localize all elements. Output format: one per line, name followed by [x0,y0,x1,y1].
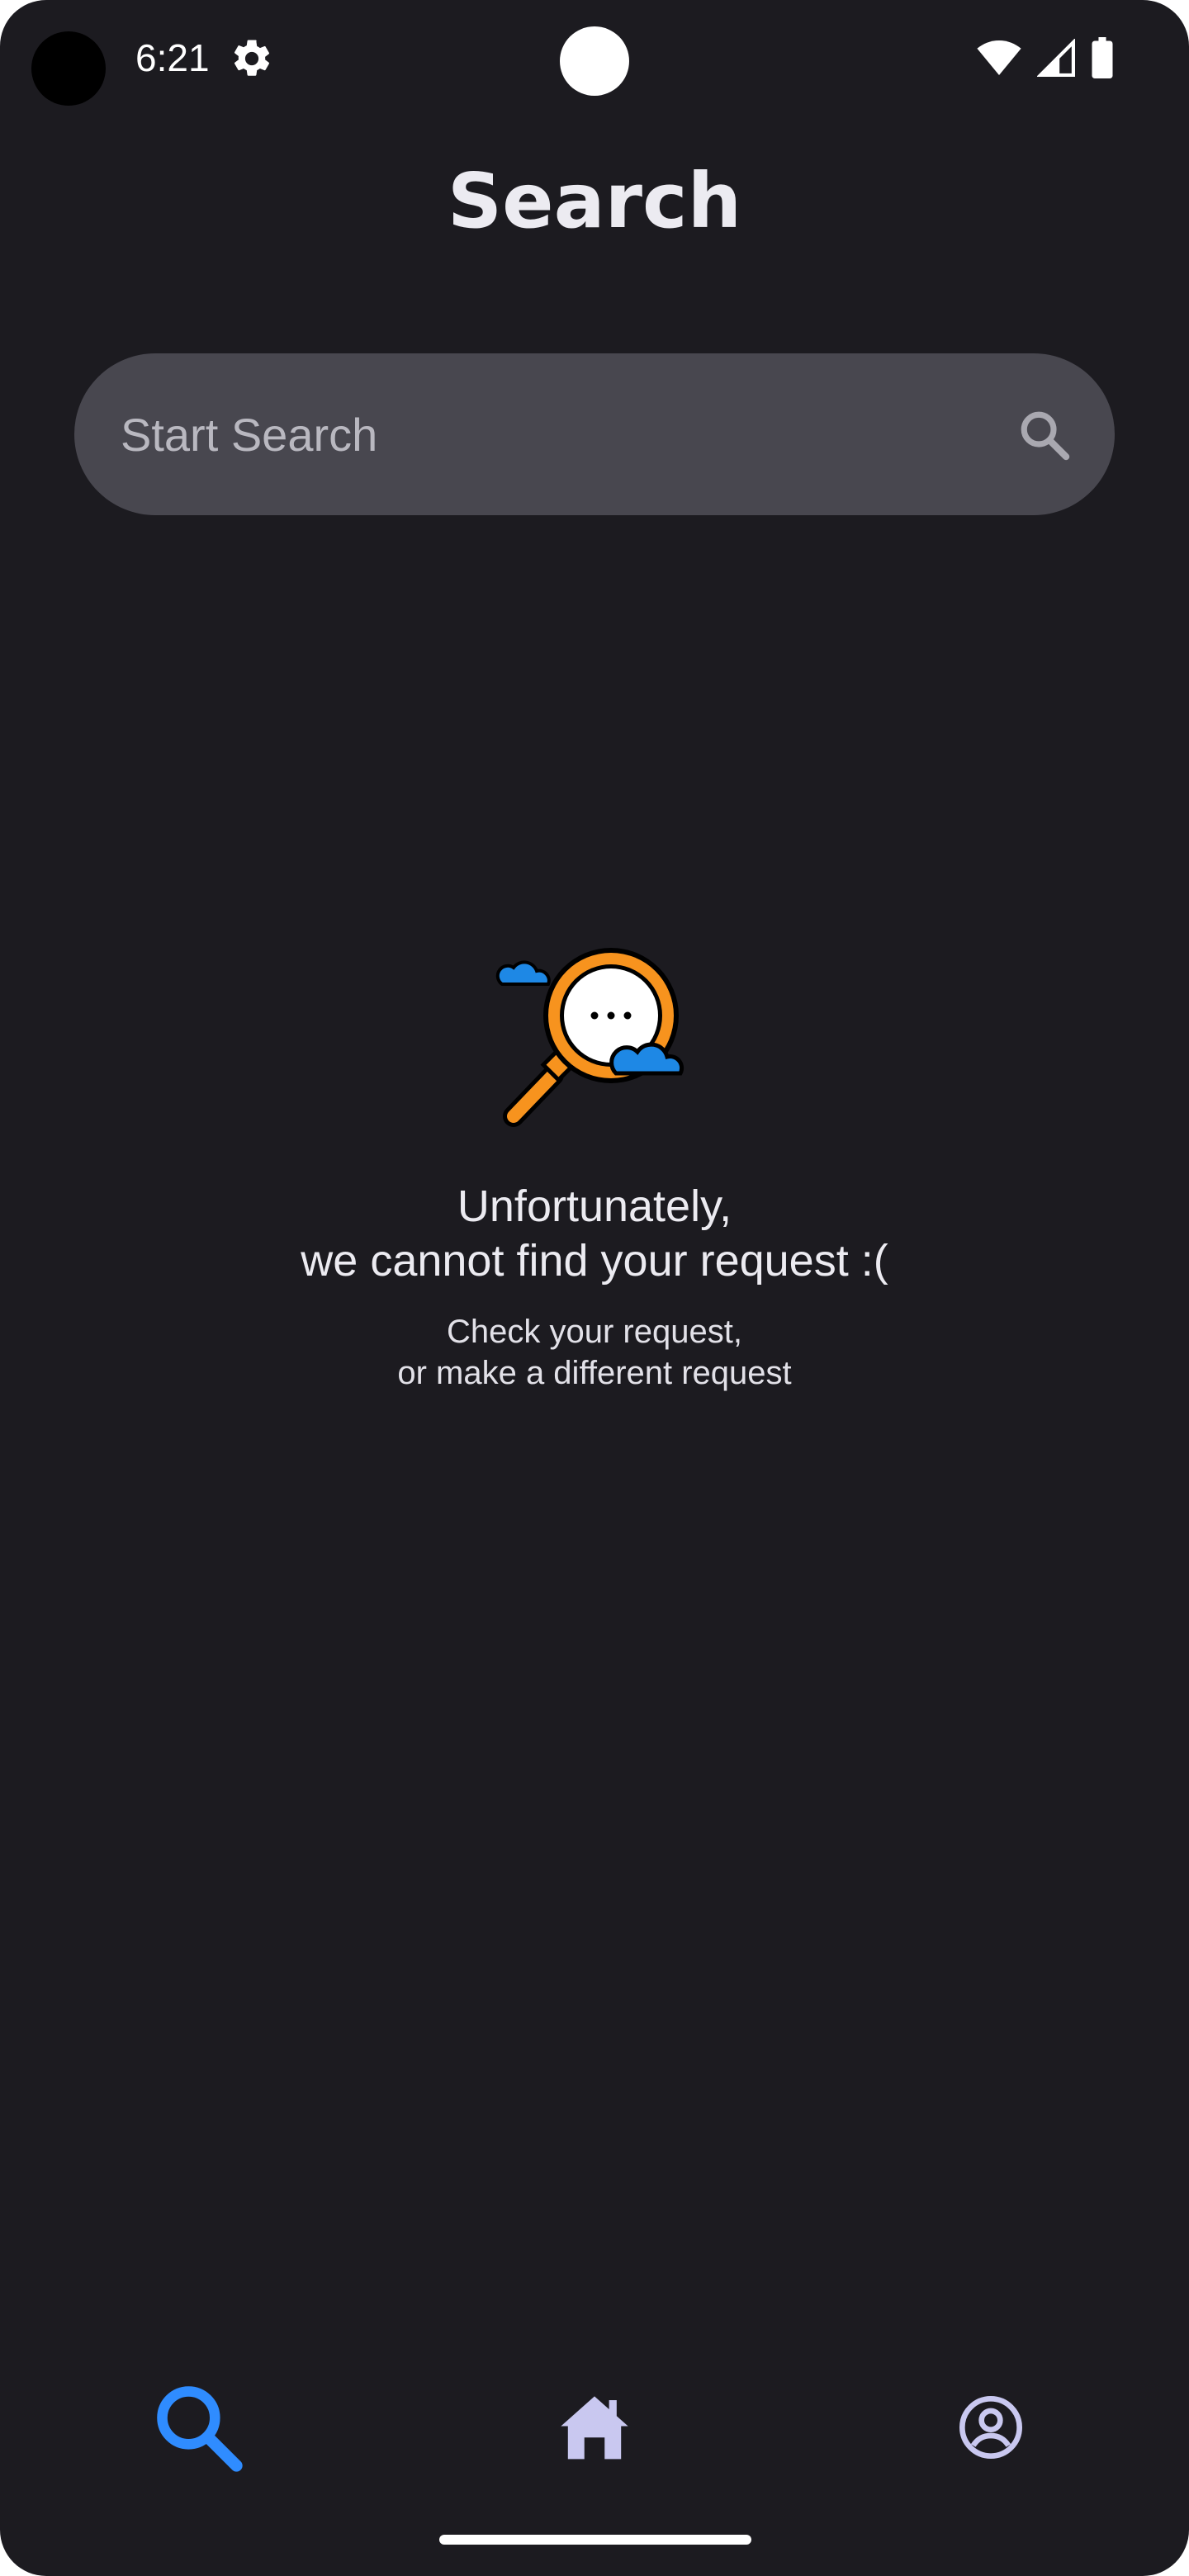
empty-state-subtitle-line1: Check your request, [447,1314,742,1350]
camera-cutout [31,31,106,106]
status-bar: 6:21 [0,0,1189,116]
wifi-icon [977,40,1021,75]
front-camera [560,26,629,96]
home-indicator[interactable] [439,2535,751,2545]
magnifier-clouds-icon [495,948,685,1127]
app-screen: 6:21 Search Start Search Unfortunately, … [0,0,1189,2576]
nav-item-home[interactable] [512,2345,677,2510]
empty-state-title-line2: we cannot find your request :( [301,1236,888,1286]
page-title: Search [447,157,742,245]
status-icons [976,36,1115,79]
search-icon[interactable] [150,2379,246,2475]
empty-state-title: Unfortunately, we cannot find your reque… [0,1179,1189,1288]
account-circle-icon[interactable] [958,2394,1024,2460]
search-icon[interactable] [1017,408,1072,462]
nav-item-profile[interactable] [908,2345,1073,2510]
empty-state-subtitle: Check your request, or make a different … [0,1311,1189,1394]
empty-state-subtitle-line2: or make a different request [397,1355,792,1391]
home-icon[interactable] [557,2389,632,2465]
empty-state-title-line1: Unfortunately, [457,1181,732,1231]
status-time: 6:21 [135,36,210,79]
bottom-navigation [0,2345,1189,2510]
nav-item-search[interactable] [116,2345,281,2510]
cellular-signal-icon [1037,39,1075,77]
search-bar[interactable] [74,353,1115,515]
search-input[interactable] [121,353,996,515]
battery-icon [1092,37,1113,78]
settings-gear-icon [234,40,270,76]
